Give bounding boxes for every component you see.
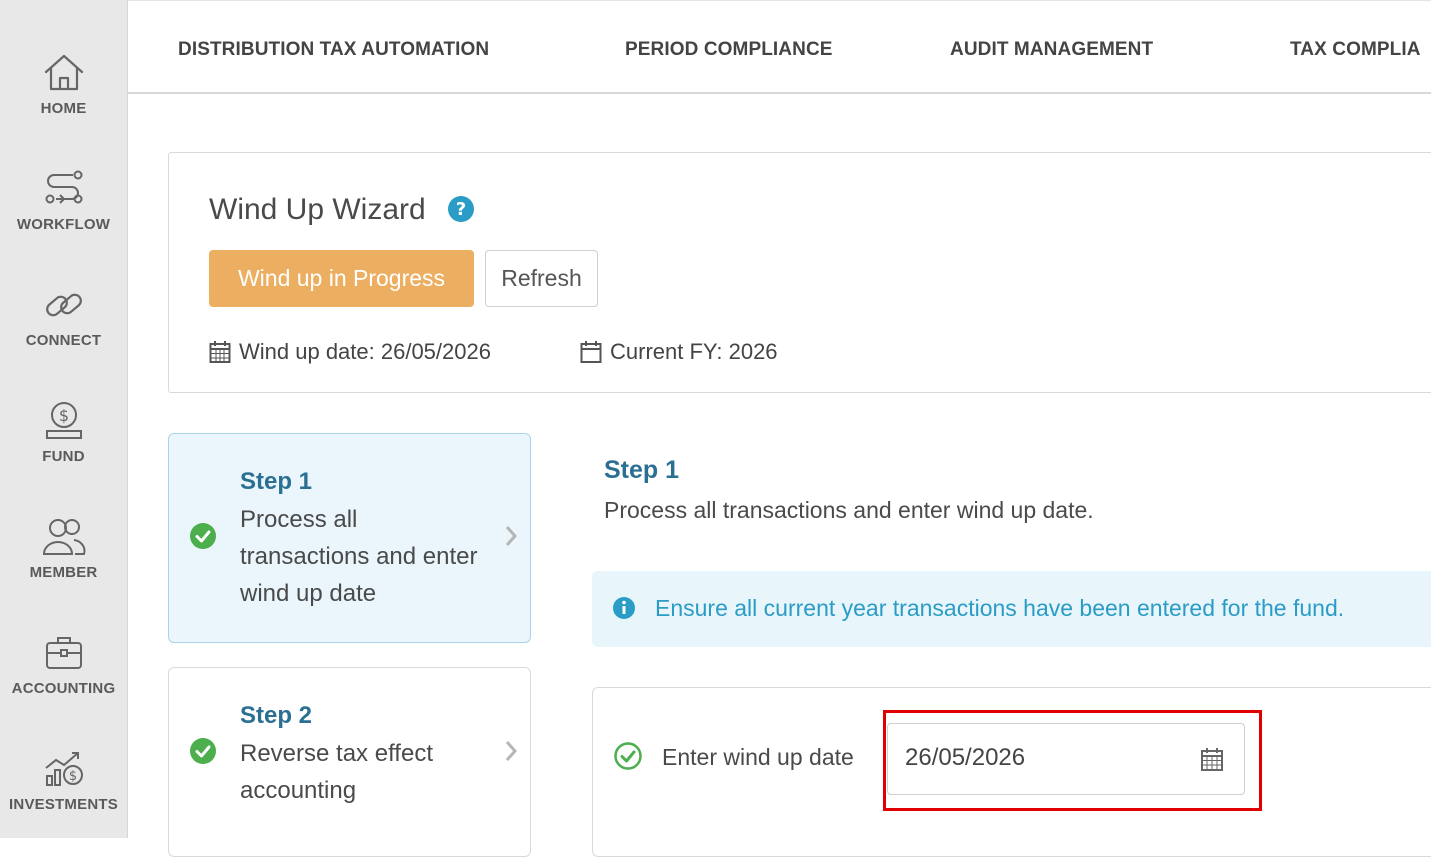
chevron-right-icon — [504, 739, 518, 768]
sidebar-item-label: MEMBER — [29, 564, 98, 581]
step-title: Step 2 — [240, 702, 313, 729]
calendar-icon — [580, 341, 602, 363]
content-step-title: Step 1 — [604, 456, 680, 484]
current-fy-text: Current FY: 2026 — [610, 339, 778, 364]
sidebar-item-label: FUND — [42, 448, 85, 465]
info-icon — [612, 596, 636, 625]
sidebar-item-workflow[interactable]: WORKFLOW — [0, 168, 127, 268]
wind-up-date-meta: Wind up date: 26/05/2026 — [209, 339, 491, 365]
step-description: Process all transactions and enter wind … — [240, 506, 478, 607]
wind-up-date-input[interactable] — [905, 744, 1185, 772]
step-card-2[interactable]: Step 2 Reverse tax effect accounting — [168, 667, 531, 857]
wind-up-date-field[interactable] — [887, 723, 1245, 795]
wind-up-status-button[interactable]: Wind up in Progress — [209, 250, 474, 307]
members-icon — [42, 519, 85, 555]
info-alert: Ensure all current year transactions hav… — [592, 571, 1431, 647]
tab-distribution-tax-automation[interactable]: DISTRIBUTION TAX AUTOMATION — [178, 39, 489, 61]
info-message: Ensure all current year transactions hav… — [655, 595, 1345, 621]
step-description: Reverse tax effect accounting — [240, 740, 433, 804]
tab-audit-management[interactable]: AUDIT MANAGEMENT — [950, 39, 1153, 61]
sidebar-item-label: ACCOUNTING — [11, 680, 116, 697]
sidebar-item-label: WORKFLOW — [16, 216, 111, 233]
wind-up-date-label: Enter wind up date — [662, 744, 854, 770]
sidebar-item-home[interactable]: HOME — [0, 52, 127, 152]
svg-text:?: ? — [456, 199, 466, 220]
fund-icon: $ — [45, 402, 82, 439]
calendar-icon — [209, 341, 231, 363]
content-step-description: Process all transactions and enter wind … — [604, 497, 1094, 523]
svg-text:$: $ — [58, 406, 68, 425]
briefcase-icon — [45, 637, 82, 669]
sidebar-item-connect[interactable]: CONNECT — [0, 284, 127, 384]
link-icon — [45, 293, 82, 317]
check-circle-icon — [189, 737, 217, 770]
sidebar-item-label: HOME — [40, 100, 87, 117]
top-navigation: DISTRIBUTION TAX AUTOMATION PERIOD COMPL… — [128, 0, 1431, 94]
svg-text:$: $ — [68, 769, 76, 784]
calendar-icon[interactable] — [1200, 746, 1224, 777]
wind-up-date-form: Enter wind up date — [592, 687, 1431, 857]
sidebar-item-investments[interactable]: $ INVESTMENTS — [0, 748, 127, 848]
help-icon[interactable]: ? — [447, 195, 475, 228]
page-title: Wind Up Wizard — [209, 193, 426, 226]
chevron-right-icon — [504, 524, 518, 553]
sidebar-item-accounting[interactable]: ACCOUNTING — [0, 632, 127, 732]
tab-tax-compliance[interactable]: TAX COMPLIA — [1290, 39, 1421, 61]
sidebar: HOME WORKFLOW CONNECT $ FUND MEMBER ACCO… — [0, 0, 128, 838]
refresh-button[interactable]: Refresh — [485, 250, 598, 307]
step-card-1[interactable]: Step 1 Process all transactions and ente… — [168, 433, 531, 643]
sidebar-item-member[interactable]: MEMBER — [0, 516, 127, 616]
check-circle-icon — [189, 522, 217, 555]
sidebar-item-fund[interactable]: $ FUND — [0, 400, 127, 500]
step-title: Step 1 — [240, 468, 313, 495]
wind-up-date-text: Wind up date: 26/05/2026 — [239, 339, 491, 364]
wizard-header-card: Wind Up Wizard ? Wind up in Progress Ref… — [168, 152, 1431, 393]
home-icon — [44, 54, 83, 91]
current-fy-meta: Current FY: 2026 — [580, 339, 778, 365]
investments-icon: $ — [44, 752, 83, 786]
sidebar-item-label: INVESTMENTS — [9, 796, 118, 813]
sidebar-item-label: CONNECT — [25, 332, 102, 349]
check-circle-outline-icon — [613, 741, 643, 776]
workflow-icon — [45, 170, 82, 204]
tab-period-compliance[interactable]: PERIOD COMPLIANCE — [625, 39, 833, 61]
